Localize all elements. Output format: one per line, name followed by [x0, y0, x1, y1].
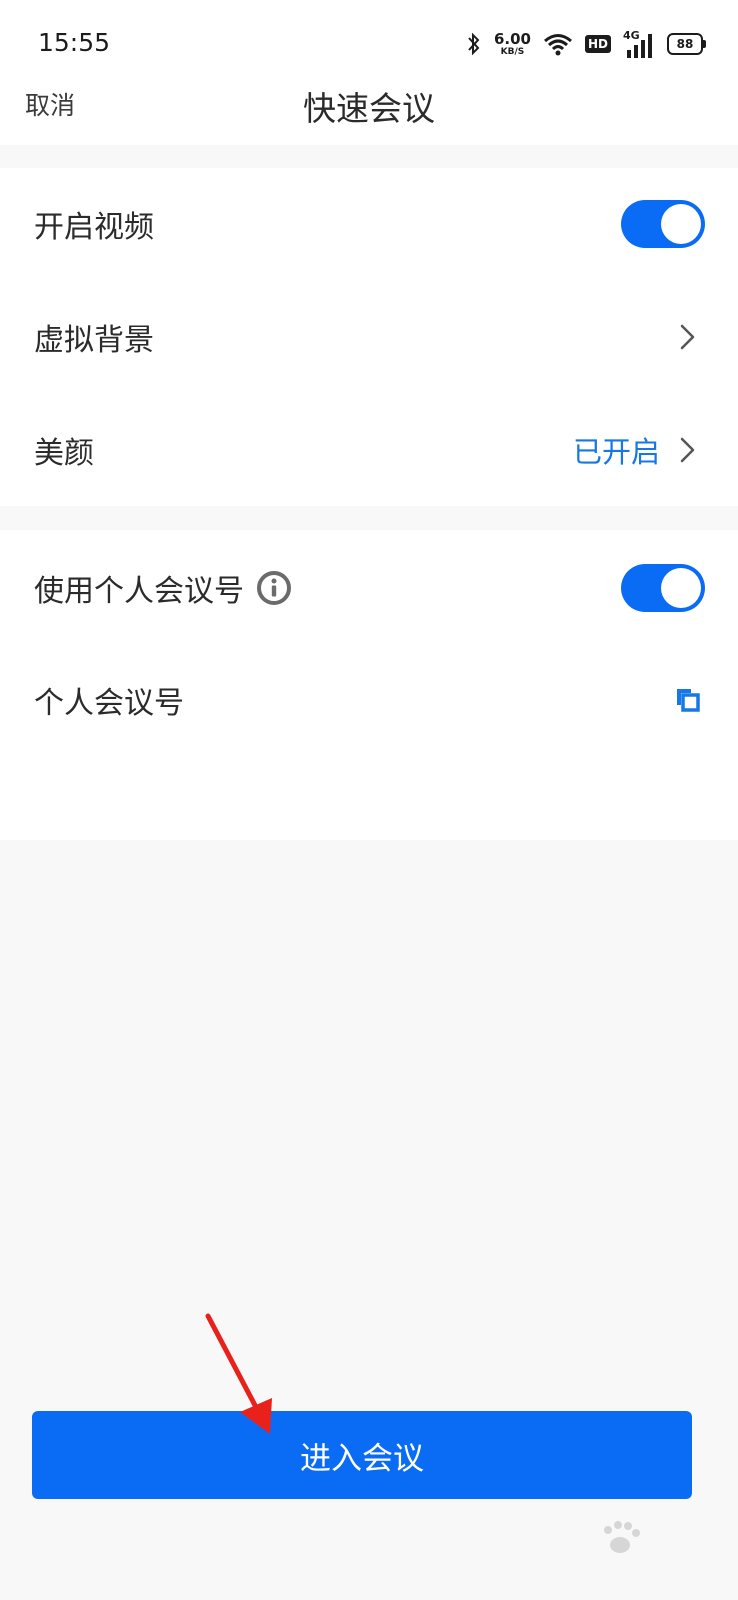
virtual-background-row[interactable]: 虚拟背景	[0, 281, 738, 393]
bluetooth-icon	[468, 32, 480, 56]
battery-icon: 88	[667, 33, 706, 55]
status-icons: 6.00 KB/S HD 4G 88	[466, 28, 706, 60]
chevron-right-icon	[680, 437, 695, 463]
beauty-row[interactable]: 美颜 已开启	[0, 394, 738, 506]
nav-bar: 取消 快速会议	[0, 70, 738, 145]
personal-id-toggle-label-wrap: 使用个人会议号	[34, 566, 292, 610]
status-time: 15:55	[38, 28, 111, 57]
personal-id-toggle-row: 使用个人会议号	[0, 532, 738, 644]
personal-id-toggle-label: 使用个人会议号	[34, 574, 244, 609]
watermark-logo-icon	[604, 1521, 640, 1553]
personal-id-row: 个人会议号	[0, 644, 738, 756]
beauty-status: 已开启	[572, 435, 660, 469]
beauty-label: 美颜	[34, 436, 94, 471]
wifi-icon	[544, 34, 572, 56]
chevron-right-icon	[680, 324, 695, 350]
page-title: 快速会议	[303, 89, 435, 128]
video-row: 开启视频	[0, 168, 738, 280]
enter-meeting-button[interactable]: 进入会议	[32, 1411, 692, 1499]
video-label: 开启视频	[34, 210, 154, 245]
network-speed: 6.00 KB/S	[493, 29, 531, 57]
copy-icon[interactable]	[675, 687, 701, 713]
virtual-background-label: 虚拟背景	[34, 323, 154, 358]
personal-id-toggle[interactable]	[621, 564, 705, 612]
annotation-arrow-icon	[205, 1313, 272, 1434]
battery-level: 88	[667, 33, 703, 55]
video-toggle[interactable]	[621, 200, 705, 248]
personal-id-label: 个人会议号	[34, 686, 184, 721]
settings-group-video: 开启视频 虚拟背景 美颜 已开启	[0, 168, 738, 506]
signal-icon	[627, 34, 652, 58]
settings-group-personal-id: 使用个人会议号 个人会议号	[0, 530, 738, 840]
hd-badge: HD	[584, 35, 611, 53]
info-icon[interactable]	[256, 570, 292, 606]
cellular-signal: 4G	[623, 30, 655, 58]
